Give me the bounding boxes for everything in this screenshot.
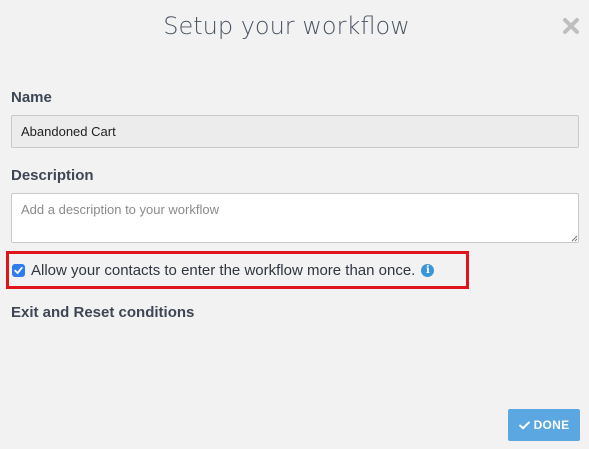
dialog-title: Setup your workflow xyxy=(163,12,410,40)
exit-reset-conditions-label: Exit and Reset conditions xyxy=(11,304,195,321)
setup-workflow-dialog: Setup your workflow Name Description All… xyxy=(0,0,589,449)
done-button[interactable]: DONE xyxy=(508,409,580,441)
description-textarea[interactable] xyxy=(11,193,579,243)
done-label: DONE xyxy=(533,418,570,432)
close-icon xyxy=(563,18,579,34)
name-input[interactable] xyxy=(11,115,579,148)
allow-reentry-label[interactable]: Allow your contacts to enter the workflo… xyxy=(31,262,415,279)
check-icon xyxy=(518,421,530,429)
checkmark-icon xyxy=(14,266,23,274)
allow-reentry-checkbox[interactable] xyxy=(12,263,25,277)
close-button[interactable] xyxy=(561,16,581,36)
description-label: Description xyxy=(11,167,94,184)
info-icon[interactable]: i xyxy=(421,263,435,277)
allow-reentry-row: Allow your contacts to enter the workflo… xyxy=(12,260,435,280)
name-label: Name xyxy=(11,89,52,106)
